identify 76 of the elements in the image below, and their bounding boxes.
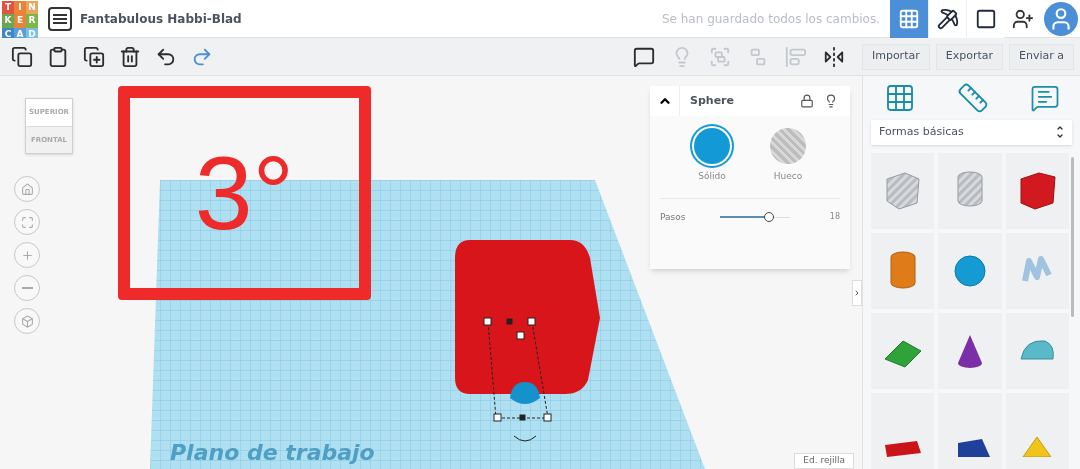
action-button[interactable]: Enviar a (1009, 43, 1074, 70)
cube-icon (20, 314, 34, 328)
home-icon (20, 182, 34, 196)
scrollbar[interactable] (1071, 157, 1074, 317)
wedge-drawing (958, 439, 990, 457)
document-title[interactable]: Fantabulous Habbi-Blad (80, 9, 242, 28)
logo-letter: N (26, 0, 38, 14)
annotation-text: 3° (194, 141, 295, 245)
menu-button[interactable] (48, 6, 72, 31)
hatched-box-drawing (886, 172, 920, 210)
logo-letter: E (14, 14, 26, 28)
ruler-icon[interactable] (956, 81, 989, 114)
trash-icon (119, 45, 141, 68)
shape-tile[interactable] (871, 393, 935, 469)
hatched-cylinder-drawing (957, 171, 983, 207)
solid-swatch (694, 128, 730, 164)
edit-grid-button[interactable]: Ed. rejilla (794, 453, 854, 469)
sphere-drawing (954, 255, 986, 287)
logo-letter: I (14, 0, 26, 14)
grid-icon (898, 7, 920, 30)
lock-icon[interactable] (800, 94, 814, 108)
action-button[interactable]: Importar (861, 43, 930, 70)
shape-tile[interactable] (938, 313, 1002, 389)
shape-tile[interactable] (871, 153, 935, 229)
slider-value: 18 (829, 211, 840, 224)
steps-slider[interactable] (720, 212, 790, 223)
home-button[interactable] (14, 176, 40, 202)
duplicate-icon (83, 45, 105, 68)
copy-icon (11, 45, 33, 68)
slider-thumb[interactable] (764, 212, 774, 223)
shape-tile[interactable] (938, 153, 1002, 229)
pickaxe-icon (936, 7, 959, 30)
solid-option[interactable]: Sólido (694, 128, 730, 184)
zoom-in-icon (20, 248, 34, 262)
save-status: Se han guardado todos los cambios. (661, 10, 880, 28)
brick-view-button[interactable] (966, 0, 1004, 38)
paste-icon (47, 45, 69, 68)
box-drawing (1020, 172, 1056, 210)
category-select[interactable]: Formas básicas (871, 119, 1072, 145)
chevron-icon (853, 288, 861, 298)
bulb-icon[interactable] (824, 94, 838, 108)
hole-option[interactable]: Hueco (770, 128, 806, 184)
mirror-icon (822, 45, 845, 68)
workplane-label: Plano de trabajo (170, 439, 375, 467)
group-icon (708, 45, 731, 68)
fit-view-icon (20, 215, 34, 229)
cone-drawing (958, 335, 982, 368)
logo-letter: T (2, 0, 14, 14)
cube-button[interactable] (14, 308, 40, 334)
align-icon (784, 45, 807, 68)
logo-letter: R (26, 14, 38, 28)
scribble-drawing (1022, 256, 1052, 282)
hole-swatch (770, 128, 806, 164)
shape-tile[interactable] (871, 313, 935, 389)
logo[interactable]: T I N K E R C A D (2, 0, 38, 37)
round-roof-drawing (1020, 340, 1055, 360)
roof-drawing (884, 340, 922, 368)
shape-tile[interactable] (1005, 233, 1069, 309)
pyramid-drawing (1022, 436, 1052, 457)
shape-tile[interactable] (1005, 153, 1069, 229)
shape-tile[interactable] (871, 233, 935, 309)
panel-toggle-button[interactable] (852, 280, 862, 306)
action-button[interactable]: Exportar (935, 43, 1003, 70)
inspector-title: Sphere (690, 92, 734, 109)
pickaxe-view-button[interactable] (928, 0, 966, 38)
note-icon (632, 45, 655, 68)
cylinder-drawing (890, 251, 916, 289)
shape-tile[interactable] (1005, 393, 1069, 469)
shape-tile[interactable] (938, 233, 1002, 309)
slider-label: Pasos (660, 210, 687, 224)
shape-tile[interactable] (1005, 313, 1069, 389)
add-user-icon (1012, 7, 1034, 30)
shape-tile[interactable] (938, 393, 1002, 469)
logo-letter: K (2, 14, 14, 28)
zoom-out-button[interactable] (14, 275, 40, 301)
fit-view-button[interactable] (14, 209, 40, 235)
